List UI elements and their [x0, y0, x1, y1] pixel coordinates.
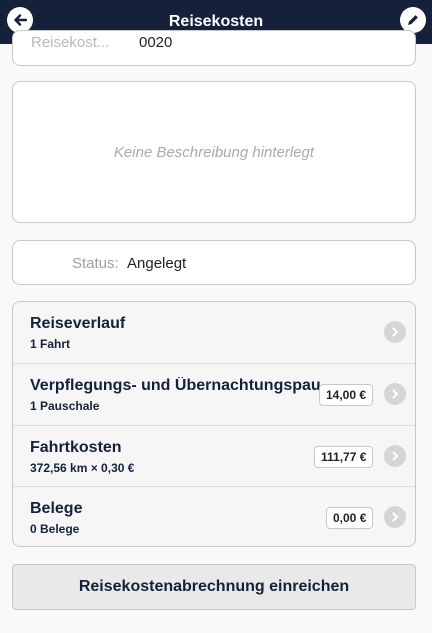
pencil-icon: [408, 15, 418, 25]
reisekosten-number-value: 0020: [139, 34, 173, 51]
list-item-title: Verpflegungs- und Übernachtungspau: [30, 377, 320, 394]
submit-expense-report-button[interactable]: Reisekostenabrechnung einreichen: [12, 564, 416, 610]
list-item-title: Reiseverlauf: [30, 315, 126, 332]
list-item-subtitle: 0 Belege: [30, 522, 80, 536]
chevron-right-icon[interactable]: [384, 321, 406, 343]
list-item-title: Belege: [30, 500, 83, 517]
amount-badge: 111,77 €: [314, 446, 374, 468]
amount-badge: 14,00 €: [319, 384, 374, 406]
list-item-fahrtkosten[interactable]: Fahrtkosten 372,56 km × 0,30 € 111,77 €: [13, 425, 415, 486]
chevron-right-icon[interactable]: [384, 445, 406, 467]
list-item-title: Fahrtkosten: [30, 439, 122, 456]
chevron-right-icon[interactable]: [384, 506, 406, 528]
status-label: Status:: [72, 255, 119, 272]
description-card: Keine Beschreibung hinterlegt: [12, 81, 416, 223]
expense-list: Reiseverlauf 1 Fahrt Verpflegungs- und Ü…: [12, 301, 416, 547]
chevron-right-icon[interactable]: [384, 383, 406, 405]
status-value: Angelegt: [127, 255, 187, 272]
list-item-belege[interactable]: Belege 0 Belege 0,00 €: [13, 486, 415, 546]
description-text: Keine Beschreibung hinterlegt: [113, 143, 315, 161]
list-item-verpflegung[interactable]: Verpflegungs- und Übernachtungspau 1 Pau…: [13, 363, 415, 424]
amount-badge: 0,00 €: [326, 507, 374, 529]
list-item-subtitle: 372,56 km × 0,30 €: [30, 461, 135, 475]
list-item-reiseverlauf[interactable]: Reiseverlauf 1 Fahrt: [13, 302, 415, 363]
status-card: Status: Angelegt: [12, 240, 416, 285]
reisekosten-number-card: Reisekost... 0020: [12, 30, 416, 66]
list-item-subtitle: 1 Fahrt: [30, 337, 71, 351]
list-item-subtitle: 1 Pauschale: [30, 399, 100, 413]
reisekosten-number-label: Reisekost...: [31, 34, 110, 51]
